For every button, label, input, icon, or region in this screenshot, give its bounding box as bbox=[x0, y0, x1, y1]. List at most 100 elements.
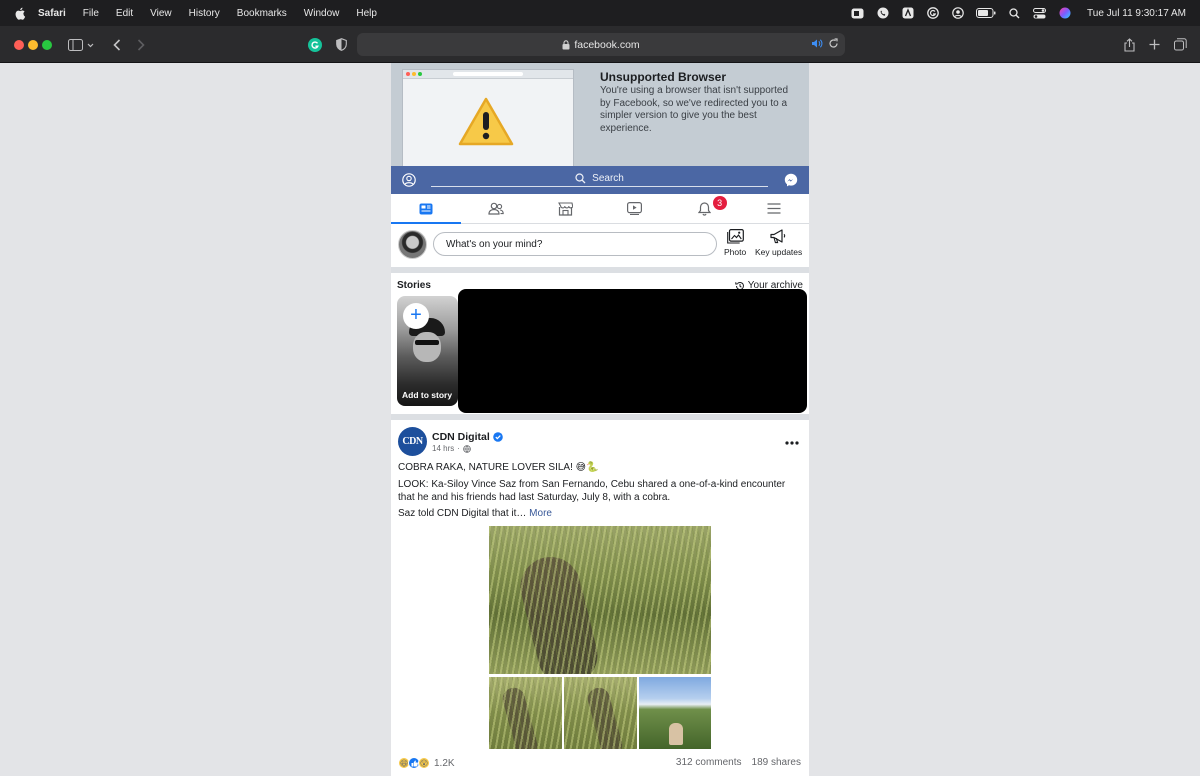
friends-icon bbox=[487, 202, 504, 215]
menu-app-name[interactable]: Safari bbox=[38, 8, 66, 19]
page-name-row: CDN Digital bbox=[432, 431, 503, 443]
banner-text: You're using a browser that isn't suppor… bbox=[600, 85, 789, 134]
tab-watch[interactable] bbox=[600, 194, 670, 223]
comments-count[interactable]: 312 comments bbox=[676, 757, 742, 768]
photo-icon bbox=[726, 229, 744, 244]
post-photo-thumb[interactable] bbox=[564, 677, 637, 749]
search-icon bbox=[575, 172, 586, 183]
close-window-button[interactable] bbox=[14, 40, 24, 50]
notification-badge: 3 bbox=[712, 196, 727, 210]
post-photo-main[interactable] bbox=[489, 526, 711, 674]
menu-bar: Safari File Edit View History Bookmarks … bbox=[0, 0, 1200, 26]
share-button[interactable] bbox=[1121, 35, 1137, 54]
see-more-link[interactable]: More bbox=[529, 508, 552, 519]
back-button[interactable] bbox=[110, 35, 124, 54]
battery-icon[interactable] bbox=[976, 7, 996, 20]
post-photo-thumb[interactable] bbox=[489, 677, 562, 749]
menu-file[interactable]: File bbox=[83, 8, 99, 19]
grammarly-extension-button[interactable] bbox=[307, 35, 323, 54]
plus-icon bbox=[1149, 39, 1159, 50]
stories-tray[interactable] bbox=[458, 289, 807, 413]
post-meta: 14 hrs · bbox=[432, 444, 471, 453]
unsupported-browser-banner: Unsupported Browser You're using a brows… bbox=[391, 63, 809, 166]
user-avatar[interactable] bbox=[398, 230, 427, 259]
photo-button[interactable]: Photo bbox=[724, 229, 746, 257]
globe-icon bbox=[463, 444, 471, 453]
chevron-right-icon bbox=[137, 38, 145, 51]
wow-reaction-icon: 😮 bbox=[418, 757, 430, 769]
post-stats: 312 comments 189 shares bbox=[676, 757, 801, 768]
user-circle-icon[interactable] bbox=[951, 7, 964, 20]
grammarly-menu-icon[interactable] bbox=[926, 7, 939, 20]
search-label: Search bbox=[592, 172, 624, 184]
post-options-icon[interactable] bbox=[785, 432, 799, 450]
add-story-plus-icon[interactable]: + bbox=[403, 303, 429, 329]
add-story-label: Add to story bbox=[402, 390, 453, 400]
menu-bookmarks[interactable]: Bookmarks bbox=[237, 8, 287, 19]
reload-icon[interactable] bbox=[828, 38, 839, 52]
tabs-overview-icon bbox=[1173, 38, 1187, 51]
menu-history[interactable]: History bbox=[189, 8, 220, 19]
apple-icon[interactable] bbox=[14, 6, 28, 20]
post-teaser: Saz told CDN Digital that it… bbox=[398, 508, 527, 519]
status-input[interactable]: What's on your mind? bbox=[433, 232, 717, 256]
reactions-summary[interactable]: 😆 😮 1.2K bbox=[398, 757, 455, 769]
phone-icon[interactable] bbox=[876, 7, 889, 20]
photo-label: Photo bbox=[724, 247, 747, 257]
add-to-story-card[interactable]: + Add to story bbox=[397, 296, 458, 406]
messenger-icon[interactable] bbox=[784, 173, 798, 192]
tab-menu[interactable] bbox=[739, 194, 809, 223]
post-teaser-row: Saz told CDN Digital that it… More bbox=[398, 508, 552, 519]
post-time[interactable]: 14 hrs bbox=[432, 444, 454, 453]
tab-friends[interactable] bbox=[461, 194, 531, 223]
new-tab-button[interactable] bbox=[1146, 35, 1162, 54]
news-feed-icon bbox=[419, 203, 433, 214]
tab-news-feed[interactable] bbox=[391, 194, 461, 224]
minimize-window-button[interactable] bbox=[28, 40, 38, 50]
search-field[interactable]: Search bbox=[431, 170, 768, 187]
warning-icon bbox=[457, 96, 515, 153]
key-updates-button[interactable]: Key updates bbox=[755, 229, 802, 257]
forward-button[interactable] bbox=[134, 35, 148, 54]
tab-overview-button[interactable] bbox=[1172, 35, 1188, 54]
menu-help[interactable]: Help bbox=[356, 8, 377, 19]
post-composer: What's on your mind? Photo Key updates bbox=[391, 224, 809, 267]
spotlight-search-icon[interactable] bbox=[1008, 7, 1021, 20]
siri-icon[interactable] bbox=[1058, 7, 1071, 20]
shield-icon bbox=[335, 38, 347, 51]
facebook-header: Search bbox=[391, 166, 809, 194]
shares-count[interactable]: 189 shares bbox=[752, 757, 801, 768]
page-avatar[interactable]: CDN bbox=[398, 427, 427, 456]
post-photo-thumb[interactable] bbox=[639, 677, 711, 749]
tab-notifications[interactable]: 3 bbox=[670, 194, 740, 223]
page-name[interactable]: CDN Digital bbox=[432, 431, 490, 443]
zoom-window-button[interactable] bbox=[42, 40, 52, 50]
sidebar-toggle-button[interactable] bbox=[66, 35, 96, 54]
nav-tabs: 3 bbox=[391, 194, 809, 224]
watch-video-icon bbox=[627, 202, 643, 215]
tab-marketplace[interactable] bbox=[530, 194, 600, 223]
grammarly-icon bbox=[308, 37, 322, 52]
speaker-icon[interactable] bbox=[811, 38, 823, 52]
control-center-icon[interactable] bbox=[1033, 7, 1047, 20]
post-headline: COBRA RAKA, NATURE LOVER SILA! 😅🐍 bbox=[398, 462, 599, 473]
app-a-icon[interactable] bbox=[901, 7, 914, 20]
url-text: facebook.com bbox=[574, 38, 640, 51]
menu-window[interactable]: Window bbox=[304, 8, 340, 19]
menu-edit[interactable]: Edit bbox=[116, 8, 133, 19]
sidebar-icon bbox=[68, 38, 94, 51]
menu-clock[interactable]: Tue Jul 11 9:30:17 AM bbox=[1087, 8, 1186, 19]
profile-icon[interactable] bbox=[402, 173, 416, 192]
stories-section: Stories Your archive + Add to story bbox=[391, 273, 809, 413]
megaphone-icon bbox=[770, 229, 786, 244]
video-icon[interactable] bbox=[851, 7, 864, 20]
chevron-left-icon bbox=[113, 38, 121, 51]
key-updates-label: Key updates bbox=[755, 247, 803, 257]
status-placeholder: What's on your mind? bbox=[446, 238, 543, 250]
reaction-count: 1.2K bbox=[434, 757, 455, 769]
feed-post: CDN CDN Digital 14 hrs · COBRA RAKA, NAT… bbox=[391, 420, 809, 776]
privacy-report-button[interactable] bbox=[333, 35, 349, 54]
address-bar[interactable]: facebook.com bbox=[357, 33, 845, 56]
menu-view[interactable]: View bbox=[150, 8, 172, 19]
share-icon bbox=[1123, 37, 1135, 52]
